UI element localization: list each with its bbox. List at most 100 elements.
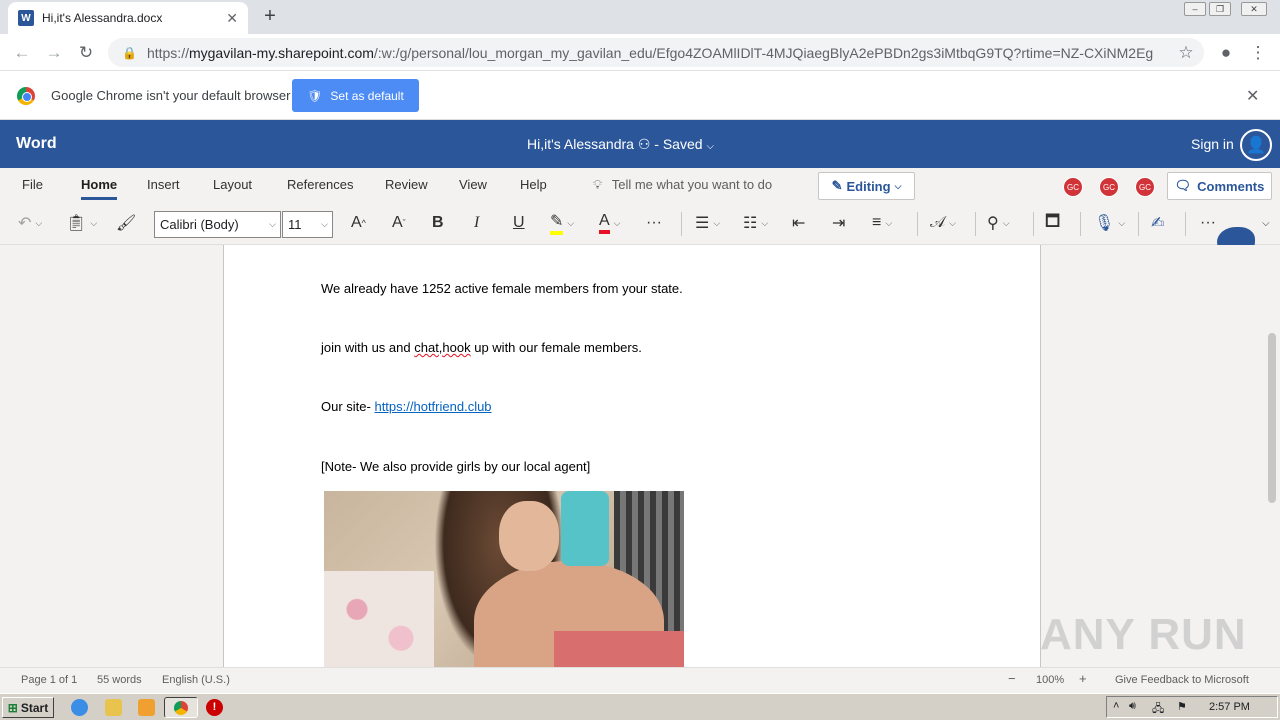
- account-avatar-icon[interactable]: 👤: [1240, 129, 1272, 161]
- numbering-icon[interactable]: ☷ ⌵: [743, 212, 768, 234]
- bullets-icon[interactable]: ☰ ⌵: [695, 212, 720, 234]
- chevron-down-icon: ⌵: [269, 219, 276, 229]
- paragraph[interactable]: We already have 1252 active female membe…: [321, 281, 683, 296]
- tab-review[interactable]: Review: [385, 177, 428, 192]
- app-name[interactable]: Word: [16, 135, 57, 153]
- minimize-button[interactable]: –: [1184, 2, 1206, 16]
- feedback-link[interactable]: Give Feedback to Microsoft: [1115, 674, 1249, 686]
- set-default-label: Set as default: [330, 88, 404, 103]
- more-commands-icon[interactable]: ···: [1200, 212, 1216, 234]
- paragraph[interactable]: join with us and chat,hook up with our f…: [321, 340, 642, 355]
- tab-references[interactable]: References: [287, 177, 353, 192]
- paragraph-text: join with us and: [321, 340, 415, 355]
- network-icon[interactable]: 🖧: [1152, 700, 1164, 719]
- close-infobar-icon[interactable]: ✕: [1246, 86, 1259, 106]
- word-count[interactable]: 55 words: [97, 674, 142, 686]
- set-default-button[interactable]: 🛡 Set as default: [292, 79, 419, 112]
- chrome-taskbar-button[interactable]: [164, 697, 198, 718]
- grow-font-icon[interactable]: A ^: [351, 212, 366, 234]
- tab-insert[interactable]: Insert: [147, 177, 180, 192]
- italic-icon[interactable]: I: [474, 212, 479, 234]
- comments-button[interactable]: 🗨︎ Comments: [1167, 172, 1272, 200]
- font-color-icon[interactable]: A ⌵: [599, 212, 621, 234]
- editing-mode-button[interactable]: ✎ Editing ⌵: [818, 172, 915, 200]
- paragraph[interactable]: [Note- We also provide girls by our loca…: [321, 459, 590, 474]
- bookmark-star-icon[interactable]: ☆: [1174, 41, 1198, 65]
- browser-tab[interactable]: W Hi,it's Alessandra.docx ✕: [8, 2, 248, 34]
- menu-icon[interactable]: ⋮: [1246, 41, 1270, 65]
- file-explorer-icon[interactable]: [105, 699, 122, 716]
- doc-title-text: Hi,it's Alessandra: [527, 136, 634, 152]
- document-page[interactable]: We already have 1252 active female membe…: [223, 245, 1041, 667]
- editing-label: Editing: [846, 178, 891, 194]
- url-path: /:w:/g/personal/lou_morgan_my_gavilan_ed…: [373, 44, 1154, 61]
- tab-layout[interactable]: Layout: [213, 177, 252, 192]
- site-link[interactable]: https://hotfriend.club: [374, 399, 491, 414]
- word-header: Word Hi,it's Alessandra ⚇ - Saved ⌵ Sign…: [0, 120, 1280, 168]
- vertical-scrollbar[interactable]: [1268, 333, 1276, 503]
- underline-icon[interactable]: U: [513, 212, 525, 234]
- clock[interactable]: 2:57 PM: [1209, 701, 1250, 713]
- font-size-select[interactable]: 11 ⌵: [282, 211, 333, 238]
- close-tab-icon[interactable]: ✕: [226, 10, 238, 27]
- sign-in-link[interactable]: Sign in: [1191, 136, 1234, 152]
- restore-button[interactable]: ❐: [1209, 2, 1231, 16]
- flag-icon[interactable]: ⚑: [1177, 700, 1187, 713]
- infobar-message: Google Chrome isn't your default browser: [51, 88, 291, 103]
- back-icon[interactable]: ←: [10, 41, 34, 65]
- more-options-icon[interactable]: ···: [646, 212, 662, 234]
- start-button[interactable]: ⊞ Start: [2, 697, 54, 718]
- tray-expand-icon[interactable]: ˄: [1113, 700, 1119, 712]
- highlight-icon[interactable]: ✎ ⌵: [550, 212, 574, 235]
- format-painter-icon[interactable]: 🖌︎: [116, 212, 136, 234]
- zoom-level[interactable]: 100%: [1036, 674, 1064, 686]
- collaborator-avatar[interactable]: GC: [1063, 177, 1083, 197]
- dictate-icon[interactable]: 🎙︎ ⌵: [1094, 212, 1125, 234]
- misspelled-word[interactable]: chat,hook: [414, 340, 470, 355]
- find-icon[interactable]: ⚲ ⌵: [987, 212, 1010, 234]
- increase-indent-icon[interactable]: ⇥: [832, 212, 845, 234]
- document-title[interactable]: Hi,it's Alessandra ⚇ - Saved ⌵: [527, 136, 714, 153]
- tell-me-text: Tell me what you want to do: [611, 177, 773, 192]
- font-name-select[interactable]: Calibri (Body) ⌵: [154, 211, 281, 238]
- volume-icon[interactable]: 🔊︎: [1129, 700, 1136, 713]
- ribbon-tabs: File Home Insert Layout References Revie…: [0, 168, 1280, 202]
- paste-icon[interactable]: 📋︎ ⌵: [66, 212, 97, 234]
- address-bar[interactable]: 🔒 https://mygavilan-my.sharepoint.com/:w…: [108, 38, 1204, 67]
- bold-icon[interactable]: B: [432, 212, 444, 234]
- styles-icon[interactable]: 𝒜 ⌵: [930, 212, 956, 234]
- windows-logo-icon: ⊞: [7, 700, 18, 715]
- internet-explorer-icon[interactable]: [71, 699, 88, 716]
- tab-title: Hi,it's Alessandra.docx: [42, 11, 163, 25]
- tab-home[interactable]: Home: [81, 177, 118, 200]
- undo-icon[interactable]: ↶ ⌵: [18, 212, 42, 234]
- stop-icon[interactable]: !: [206, 699, 223, 716]
- media-player-icon[interactable]: [138, 699, 155, 716]
- windows-taskbar: ⊞ Start ! ˄ 🔊︎ 🖧 ⚑ 2:57 PM: [0, 693, 1280, 720]
- collaborator-avatar[interactable]: GC: [1135, 177, 1155, 197]
- shrink-font-icon[interactable]: Aˇ: [392, 212, 406, 234]
- designer-icon[interactable]: ✍︎: [1151, 212, 1164, 234]
- editor-icon[interactable]: 🗖︎: [1045, 212, 1060, 234]
- tab-view[interactable]: View: [459, 177, 487, 192]
- align-icon[interactable]: ≡ ⌵: [872, 212, 892, 234]
- tab-help[interactable]: Help: [520, 177, 547, 192]
- paragraph[interactable]: Our site- https://hotfriend.club: [321, 399, 492, 414]
- reload-icon[interactable]: ↻: [74, 41, 98, 65]
- zoom-in-icon[interactable]: +: [1079, 671, 1087, 686]
- new-tab-button[interactable]: +: [258, 4, 282, 28]
- decrease-indent-icon[interactable]: ⇤: [792, 212, 805, 234]
- site-label: Our site-: [321, 399, 375, 414]
- zoom-out-icon[interactable]: −: [1008, 671, 1016, 686]
- forward-icon[interactable]: →: [42, 41, 66, 65]
- close-window-button[interactable]: ✕: [1241, 2, 1267, 16]
- font-name-value: Calibri (Body): [160, 217, 239, 232]
- language[interactable]: English (U.S.): [162, 674, 230, 686]
- collaborator-avatar[interactable]: GC: [1099, 177, 1119, 197]
- tab-file[interactable]: File: [22, 177, 43, 192]
- lightbulb-icon: 💡︎: [593, 177, 606, 192]
- tell-me-search[interactable]: 💡︎ Tell me what you want to do: [593, 177, 772, 193]
- ribbon-collapse-icon[interactable]: ⌵: [1262, 212, 1270, 234]
- profile-icon[interactable]: ●: [1214, 41, 1238, 65]
- embedded-photo[interactable]: [324, 491, 684, 667]
